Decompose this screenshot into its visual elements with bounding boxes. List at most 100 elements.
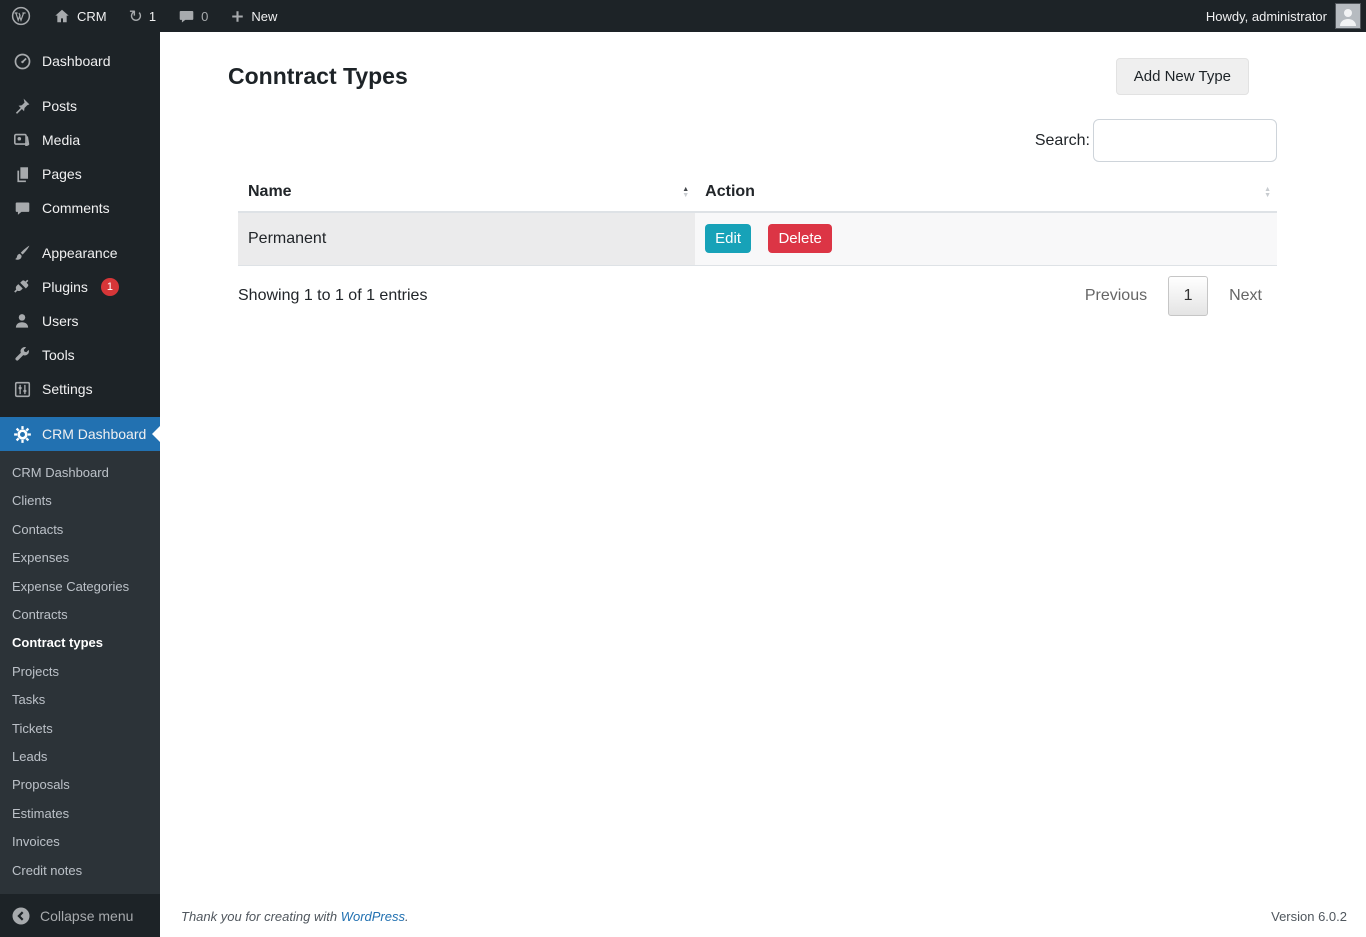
sort-icon: ▲ ▼ — [1264, 185, 1271, 199]
sidebar-item-label: Pages — [42, 166, 82, 182]
new-label: New — [251, 8, 278, 24]
new-content-button[interactable]: New — [219, 0, 288, 32]
sidebar-item-label: Settings — [42, 381, 93, 397]
submenu-item-leads[interactable]: Leads — [0, 743, 160, 771]
site-name-label: CRM — [77, 8, 107, 24]
previous-page-button[interactable]: Previous — [1070, 279, 1162, 313]
collapse-arrow-icon — [11, 906, 31, 926]
home-icon — [53, 7, 71, 25]
page-title: Conntract Types — [228, 63, 408, 89]
wordpress-link[interactable]: WordPress — [341, 909, 405, 924]
brush-icon — [12, 243, 32, 263]
plugins-update-badge: 1 — [100, 278, 119, 296]
submenu-item-estimates[interactable]: Estimates — [0, 800, 160, 828]
site-name-button[interactable]: CRM — [42, 0, 118, 32]
sidebar-item-tools[interactable]: Tools — [0, 338, 160, 372]
submenu-item-contacts[interactable]: Contacts — [0, 516, 160, 544]
sidebar-item-label: Comments — [42, 200, 110, 216]
next-page-button[interactable]: Next — [1214, 279, 1277, 313]
pin-icon — [12, 96, 32, 116]
submenu-item-contract-types[interactable]: Contract types — [0, 629, 160, 657]
sidebar-item-users[interactable]: Users — [0, 304, 160, 338]
edit-button[interactable]: Edit — [705, 224, 752, 254]
contract-types-table-card: Search: Name ▲ ▼ Action ▲ ▼ Permanent Ed… — [238, 119, 1277, 316]
sidebar-item-label: Posts — [42, 98, 78, 114]
sidebar-item-settings[interactable]: Settings — [0, 372, 160, 406]
table-row: Permanent Edit Delete — [238, 212, 1277, 266]
sidebar-item-posts[interactable]: Posts — [0, 89, 160, 123]
howdy-label: Howdy, administrator — [1205, 8, 1327, 24]
delete-button[interactable]: Delete — [768, 224, 832, 254]
menu-separator — [0, 78, 160, 89]
sidebar-item-pages[interactable]: Pages — [0, 157, 160, 191]
submenu-item-tasks[interactable]: Tasks — [0, 686, 160, 714]
wrench-icon — [12, 345, 32, 365]
current-page-button[interactable]: 1 — [1168, 275, 1209, 316]
footer-thanks-text: Thank you for creating with — [181, 909, 338, 924]
update-count: 1 — [148, 8, 157, 24]
plug-icon — [12, 277, 32, 297]
wordpress-logo-icon — [11, 6, 31, 26]
media-icon — [12, 130, 32, 150]
collapse-menu-label: Collapse menu — [40, 908, 134, 924]
admin-footer: Thank you for creating with WordPress. V… — [160, 909, 1366, 937]
comment-count: 0 — [201, 8, 209, 24]
footer-period: . — [405, 909, 409, 924]
entries-info: Showing 1 to 1 of 1 entries — [238, 286, 428, 304]
menu-separator — [0, 406, 160, 417]
sidebar-item-label: Tools — [42, 347, 75, 363]
submenu-item-expense-categories[interactable]: Expense Categories — [0, 573, 160, 601]
sidebar-item-label: Media — [42, 132, 81, 148]
sidebar-item-label: Plugins — [42, 279, 88, 295]
version-label: Version 6.0.2 — [1271, 909, 1347, 924]
comment-icon — [12, 198, 32, 218]
admin-sidebar: Dashboard Posts Media Pages Comments App… — [0, 32, 160, 937]
menu-separator — [0, 225, 160, 236]
comments-button[interactable]: 0 — [167, 0, 219, 32]
sidebar-item-label: Dashboard — [42, 53, 111, 69]
pagination: Previous 1 Next — [1070, 275, 1277, 316]
wordpress-menu-button[interactable] — [0, 0, 42, 32]
contract-types-table: Name ▲ ▼ Action ▲ ▼ Permanent Edit Delet… — [238, 175, 1277, 266]
user-icon — [12, 311, 32, 331]
collapse-menu-button[interactable]: Collapse menu — [0, 895, 160, 937]
sidebar-item-media[interactable]: Media — [0, 123, 160, 157]
type-action-cell: Edit Delete — [695, 212, 1277, 266]
account-menu[interactable]: Howdy, administrator — [1206, 3, 1366, 29]
settings-icon — [12, 379, 32, 399]
dashboard-icon — [12, 51, 32, 71]
sidebar-item-appearance[interactable]: Appearance — [0, 236, 160, 270]
comments-bubble-icon — [178, 8, 195, 25]
pages-icon — [12, 164, 32, 184]
update-icon: ↻ — [128, 6, 143, 26]
search-input[interactable] — [1093, 119, 1277, 162]
submenu-item-tickets[interactable]: Tickets — [0, 715, 160, 743]
add-new-type-button[interactable]: Add New Type — [1115, 58, 1249, 95]
submenu-item-credit-notes[interactable]: Credit notes — [0, 857, 160, 885]
submenu-item-expenses[interactable]: Expenses — [0, 544, 160, 572]
submenu-item-contracts[interactable]: Contracts — [0, 601, 160, 629]
avatar — [1335, 3, 1361, 29]
main-content: Conntract Types Add New Type Search: Nam… — [160, 0, 1366, 937]
submenu-item-clients[interactable]: Clients — [0, 487, 160, 515]
sidebar-item-label: Users — [42, 313, 79, 329]
submenu-item-projects[interactable]: Projects — [0, 658, 160, 686]
sidebar-item-crm-dashboard[interactable]: CRM Dashboard — [0, 417, 160, 451]
admin-bar: CRM ↻ 1 0 New Howdy, administrator — [0, 0, 1366, 32]
type-name-cell: Permanent — [238, 212, 696, 266]
column-header-name[interactable]: Name ▲ ▼ — [238, 175, 696, 213]
sidebar-item-comments[interactable]: Comments — [0, 191, 160, 225]
sidebar-item-dashboard[interactable]: Dashboard — [0, 44, 160, 78]
plus-icon — [230, 9, 245, 24]
search-label: Search: — [1034, 131, 1090, 149]
column-header-action[interactable]: Action ▲ ▼ — [695, 175, 1277, 213]
sidebar-item-plugins[interactable]: Plugins 1 — [0, 270, 160, 304]
submenu-item-crm-dashboard[interactable]: CRM Dashboard — [0, 459, 160, 487]
gear-icon — [12, 424, 32, 444]
submenu-item-invoices[interactable]: Invoices — [0, 828, 160, 856]
updates-button[interactable]: ↻ 1 — [118, 0, 167, 32]
submenu-item-proposals[interactable]: Proposals — [0, 771, 160, 799]
crm-submenu: CRM Dashboard Clients Contacts Expenses … — [0, 451, 160, 895]
sidebar-item-label: Appearance — [42, 245, 118, 261]
sort-icon: ▲ ▼ — [682, 185, 690, 199]
